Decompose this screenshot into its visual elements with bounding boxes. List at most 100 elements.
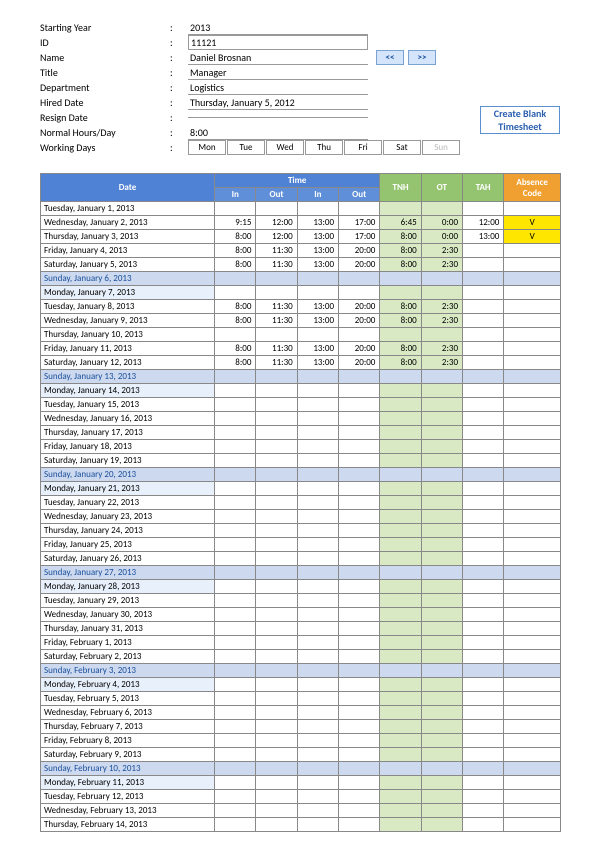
cell-out1[interactable] [256,398,297,412]
cell-in1[interactable]: 8:00 [215,300,256,314]
cell-in2[interactable] [297,524,338,538]
cell-out1[interactable] [256,622,297,636]
cell-out2[interactable] [339,412,380,426]
cell-in1[interactable] [215,384,256,398]
cell-in1[interactable] [215,678,256,692]
cell-absence[interactable] [504,384,561,398]
cell-absence[interactable] [504,734,561,748]
cell-in1[interactable] [215,748,256,762]
cell-in2[interactable] [297,622,338,636]
cell-in2[interactable]: 13:00 [297,314,338,328]
cell-in1[interactable] [215,468,256,482]
cell-out1[interactable] [256,790,297,804]
cell-out2[interactable] [339,398,380,412]
cell-in2[interactable] [297,202,338,216]
day-cell-sat[interactable]: Sat [383,140,421,155]
cell-out2[interactable] [339,608,380,622]
value-normal-hours[interactable]: 8:00 [188,126,368,140]
cell-out1[interactable] [256,664,297,678]
cell-out1[interactable]: 11:30 [256,300,297,314]
cell-out2[interactable] [339,370,380,384]
cell-out1[interactable] [256,426,297,440]
day-cell-wed[interactable]: Wed [266,140,304,155]
cell-out2[interactable]: 20:00 [339,314,380,328]
cell-in2[interactable] [297,412,338,426]
cell-in1[interactable] [215,496,256,510]
cell-absence[interactable] [504,790,561,804]
cell-out1[interactable] [256,678,297,692]
cell-in2[interactable] [297,790,338,804]
cell-in2[interactable] [297,734,338,748]
cell-out1[interactable]: 11:30 [256,314,297,328]
cell-absence[interactable] [504,342,561,356]
cell-in2[interactable] [297,272,338,286]
cell-out2[interactable]: 20:00 [339,300,380,314]
cell-out1[interactable] [256,692,297,706]
cell-absence[interactable] [504,496,561,510]
cell-out1[interactable] [256,608,297,622]
cell-out2[interactable]: 17:00 [339,230,380,244]
cell-in2[interactable] [297,454,338,468]
cell-absence[interactable] [504,566,561,580]
cell-absence[interactable] [504,678,561,692]
cell-out1[interactable] [256,286,297,300]
cell-absence[interactable] [504,636,561,650]
cell-out1[interactable] [256,706,297,720]
value-name[interactable]: Daniel Brosnan [188,51,368,65]
cell-in2[interactable] [297,692,338,706]
cell-absence[interactable] [504,580,561,594]
cell-out2[interactable] [339,202,380,216]
cell-in1[interactable]: 8:00 [215,244,256,258]
cell-in2[interactable]: 13:00 [297,300,338,314]
cell-out2[interactable] [339,272,380,286]
cell-absence[interactable] [504,720,561,734]
cell-out2[interactable] [339,804,380,818]
cell-in2[interactable] [297,706,338,720]
cell-out2[interactable] [339,524,380,538]
cell-out1[interactable] [256,650,297,664]
cell-in2[interactable] [297,384,338,398]
cell-out1[interactable] [256,510,297,524]
day-cell-sun[interactable]: Sun [422,140,460,155]
cell-in2[interactable] [297,720,338,734]
cell-in1[interactable] [215,720,256,734]
cell-in1[interactable] [215,454,256,468]
day-cell-tue[interactable]: Tue [227,140,265,155]
value-department[interactable]: Logistics [188,81,368,95]
cell-out1[interactable] [256,580,297,594]
cell-in1[interactable] [215,650,256,664]
cell-out2[interactable] [339,706,380,720]
cell-out2[interactable]: 17:00 [339,216,380,230]
cell-in1[interactable] [215,664,256,678]
cell-absence[interactable] [504,510,561,524]
cell-out2[interactable] [339,454,380,468]
cell-absence[interactable] [504,300,561,314]
cell-absence[interactable] [504,650,561,664]
day-cell-fri[interactable]: Fri [344,140,382,155]
cell-out1[interactable] [256,482,297,496]
cell-in1[interactable] [215,538,256,552]
cell-in1[interactable]: 8:00 [215,314,256,328]
cell-in2[interactable]: 13:00 [297,230,338,244]
cell-in2[interactable]: 13:00 [297,216,338,230]
cell-in1[interactable] [215,818,256,832]
cell-absence[interactable] [504,440,561,454]
cell-in1[interactable] [215,636,256,650]
cell-in2[interactable] [297,804,338,818]
cell-in2[interactable] [297,594,338,608]
cell-in1[interactable] [215,608,256,622]
cell-out1[interactable] [256,202,297,216]
cell-absence[interactable] [504,202,561,216]
next-button[interactable]: >> [408,50,436,65]
cell-out1[interactable] [256,468,297,482]
cell-in1[interactable] [215,552,256,566]
cell-absence[interactable] [504,244,561,258]
cell-in1[interactable] [215,706,256,720]
cell-out1[interactable] [256,538,297,552]
cell-in2[interactable] [297,328,338,342]
value-resign-date[interactable] [188,117,368,118]
cell-out2[interactable] [339,734,380,748]
cell-out1[interactable] [256,384,297,398]
cell-out2[interactable] [339,538,380,552]
cell-in2[interactable] [297,468,338,482]
